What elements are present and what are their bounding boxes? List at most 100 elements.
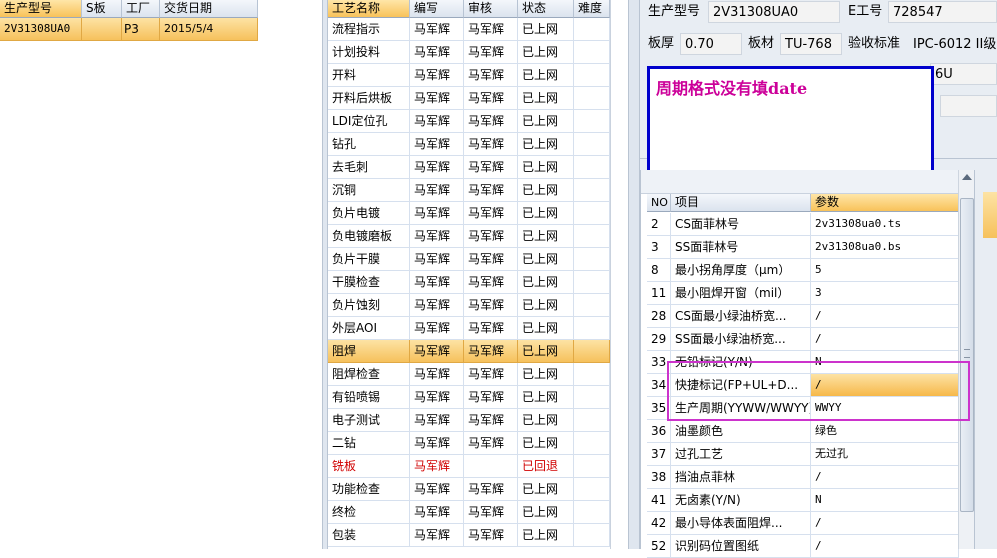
param-no-cell: 38 — [647, 466, 671, 489]
process-row[interactable]: 负片干膜 马军辉 马军辉 已上网 — [328, 248, 610, 271]
param-no-cell: 29 — [647, 328, 671, 351]
param-no-cell: 42 — [647, 512, 671, 535]
process-row[interactable]: 开料后烘板 马军辉 马军辉 已上网 — [328, 87, 610, 110]
col-header-delivery-date[interactable]: 交货日期 — [160, 0, 258, 18]
writer-cell: 马军辉 — [410, 179, 464, 202]
col-header-no[interactable]: NO — [647, 194, 671, 212]
param-row[interactable]: 36 油墨颜色 绿色 — [641, 420, 959, 443]
process-row[interactable]: LDI定位孔 马军辉 马军辉 已上网 — [328, 110, 610, 133]
process-row[interactable]: 流程指示 马军辉 马军辉 已上网 — [328, 18, 610, 41]
param-row[interactable]: 52 识别码位置图纸 / — [641, 535, 959, 558]
reviewer-cell: 马军辉 — [464, 87, 518, 110]
status-cell: 已上网 — [518, 340, 574, 363]
param-row[interactable]: 11 最小阻焊开窗（mil） 3 — [641, 282, 959, 305]
param-item-cell: 挡油点菲林 — [671, 466, 811, 489]
process-row[interactable]: 阻焊 马军辉 马军辉 已上网 — [328, 340, 610, 363]
process-name-cell: 外层AOI — [328, 317, 410, 340]
writer-cell: 马军辉 — [410, 271, 464, 294]
param-scrollbar[interactable] — [958, 170, 975, 549]
difficulty-cell — [574, 524, 610, 547]
col-header-status[interactable]: 状态 — [518, 0, 574, 18]
standard-field[interactable]: IPC-6012 II级 — [908, 33, 997, 55]
param-value-cell: N — [811, 489, 959, 512]
status-cell: 已上网 — [518, 225, 574, 248]
difficulty-cell — [574, 409, 610, 432]
param-value-cell: 5 — [811, 259, 959, 282]
param-row[interactable]: 42 最小导体表面阻焊... / — [641, 512, 959, 535]
process-name-cell: 终检 — [328, 501, 410, 524]
col-header-param[interactable]: 参数 — [811, 194, 959, 212]
process-row[interactable]: 钻孔 马军辉 马军辉 已上网 — [328, 133, 610, 156]
material-field[interactable]: TU-768 — [780, 33, 842, 55]
col-header-difficulty[interactable]: 难度 — [574, 0, 610, 18]
process-row[interactable]: 功能检查 马军辉 马军辉 已上网 — [328, 478, 610, 501]
process-row[interactable]: 开料 马军辉 马军辉 已上网 — [328, 64, 610, 87]
reviewer-cell: 马军辉 — [464, 432, 518, 455]
status-cell: 已上网 — [518, 432, 574, 455]
process-row[interactable]: 去毛刺 马军辉 马军辉 已上网 — [328, 156, 610, 179]
param-no-cell: 36 — [647, 420, 671, 443]
difficulty-cell — [574, 225, 610, 248]
process-row[interactable]: 负片蚀刻 马军辉 马军辉 已上网 — [328, 294, 610, 317]
writer-cell: 马军辉 — [410, 110, 464, 133]
col-header-writer[interactable]: 编写 — [410, 0, 464, 18]
process-row[interactable]: 计划投料 马军辉 马军辉 已上网 — [328, 41, 610, 64]
scroll-thumb[interactable] — [960, 198, 974, 512]
param-row[interactable]: 2 CS面菲林号 2v31308ua0.ts — [641, 213, 959, 236]
eno-field[interactable]: 728547 — [888, 1, 997, 23]
s-board-cell — [82, 18, 122, 41]
param-no-cell: 3 — [647, 236, 671, 259]
process-row[interactable]: 包装 马军辉 马军辉 已上网 — [328, 524, 610, 547]
reviewer-cell: 马军辉 — [464, 409, 518, 432]
edge-tab[interactable] — [983, 192, 997, 238]
process-row[interactable]: 外层AOI 马军辉 马军辉 已上网 — [328, 317, 610, 340]
col-header-process-name[interactable]: 工艺名称 — [328, 0, 410, 18]
blank-field[interactable] — [940, 95, 997, 117]
difficulty-cell — [574, 133, 610, 156]
process-row[interactable]: 负片电镀 马军辉 马军辉 已上网 — [328, 202, 610, 225]
date-cell: 2015/5/4 — [160, 18, 258, 41]
param-item-cell: 最小导体表面阻焊... — [671, 512, 811, 535]
difficulty-cell — [574, 317, 610, 340]
process-row[interactable]: 阻焊检查 马军辉 马军辉 已上网 — [328, 363, 610, 386]
difficulty-cell — [574, 455, 610, 478]
writer-cell: 马军辉 — [410, 202, 464, 225]
col-header-item[interactable]: 项目 — [671, 194, 811, 212]
process-row[interactable]: 终检 马军辉 马军辉 已上网 — [328, 501, 610, 524]
process-row[interactable]: 干膜检查 马军辉 马军辉 已上网 — [328, 271, 610, 294]
param-row[interactable]: 37 过孔工艺 无过孔 — [641, 443, 959, 466]
panel-divider-2[interactable] — [610, 0, 628, 549]
param-row[interactable]: 28 CS面最小绿油桥宽... / — [641, 305, 959, 328]
param-row[interactable]: 41 无卤素(Y/N) N — [641, 489, 959, 512]
standard-label: 验收标准 — [848, 36, 901, 51]
thickness-field[interactable]: 0.70 — [680, 33, 742, 55]
param-row[interactable]: 3 SS面菲林号 2v31308ua0.bs — [641, 236, 959, 259]
panel-divider-3[interactable] — [628, 0, 640, 549]
process-row[interactable]: 电子测试 马军辉 马军辉 已上网 — [328, 409, 610, 432]
model-list-row[interactable]: 2V31308UA0 P3 2015/5/4 — [0, 18, 260, 41]
param-row[interactable]: 38 挡油点菲林 / — [641, 466, 959, 489]
col-header-s-board[interactable]: S板 — [82, 0, 122, 18]
process-row[interactable]: 沉铜 马军辉 马军辉 已上网 — [328, 179, 610, 202]
param-value-cell: / — [811, 512, 959, 535]
writer-cell: 马军辉 — [410, 133, 464, 156]
col-header-reviewer[interactable]: 审核 — [464, 0, 518, 18]
process-name-cell: 电子测试 — [328, 409, 410, 432]
process-row[interactable]: 有铅喷锡 马军辉 马军辉 已上网 — [328, 386, 610, 409]
model-field[interactable]: 2V31308UA0 — [708, 1, 840, 23]
status-cell: 已上网 — [518, 363, 574, 386]
process-name-cell: 阻焊 — [328, 340, 410, 363]
scroll-up-arrow-icon[interactable] — [962, 174, 972, 180]
param-row[interactable]: 29 SS面最小绿油桥宽... / — [641, 328, 959, 351]
reviewer-cell — [464, 455, 518, 478]
reviewer-cell: 马军辉 — [464, 202, 518, 225]
process-name-cell: 沉铜 — [328, 179, 410, 202]
status-cell: 已上网 — [518, 87, 574, 110]
param-row[interactable]: 8 最小拐角厚度（μm） 5 — [641, 259, 959, 282]
process-row[interactable]: 负电镀磨板 马军辉 马军辉 已上网 — [328, 225, 610, 248]
col-header-model[interactable]: 生产型号 — [0, 0, 82, 18]
process-row[interactable]: 铣板 马军辉 已回退 — [328, 455, 610, 478]
col-header-factory[interactable]: 工厂 — [122, 0, 160, 18]
process-row[interactable]: 二钻 马军辉 马军辉 已上网 — [328, 432, 610, 455]
partial-field[interactable]: 6U — [930, 63, 997, 85]
